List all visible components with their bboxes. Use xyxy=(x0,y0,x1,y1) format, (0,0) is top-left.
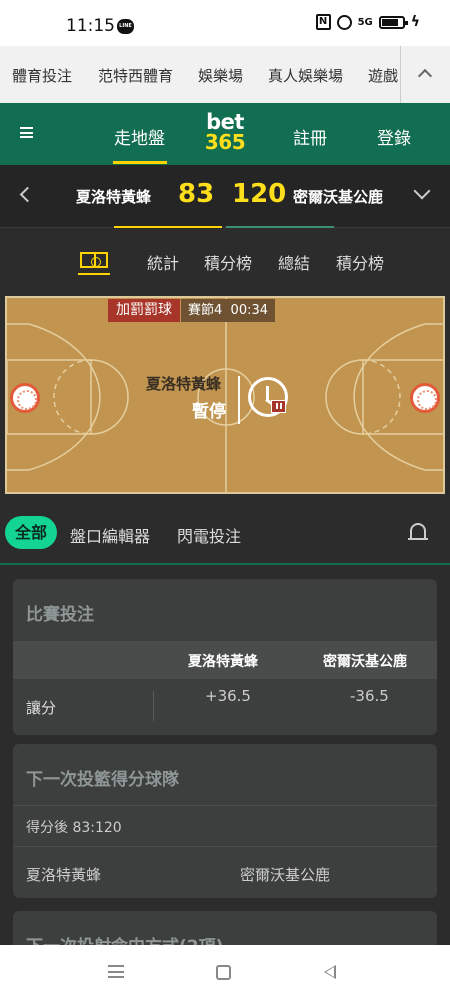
row-divider xyxy=(153,691,154,721)
market-filter-bar: 全部 盤口編輯器 閃電投注 xyxy=(0,501,450,565)
signal-5g-icon: 5G xyxy=(357,16,373,28)
chevron-down-icon[interactable] xyxy=(413,182,431,200)
next-scoring-away[interactable]: 密爾沃基公鹿 xyxy=(240,864,330,885)
bet365-logo[interactable]: bet 365 xyxy=(202,112,248,158)
match-tabs: 統計 積分榜 總結 積分榜 xyxy=(0,229,450,293)
filter-market-editor[interactable]: 盤口編輯器 xyxy=(70,523,150,547)
nav-divider xyxy=(400,46,401,103)
system-nav-bar xyxy=(0,945,450,1000)
charging-icon: ϟ xyxy=(410,14,420,30)
alarm-icon xyxy=(336,14,352,30)
away-score-bar xyxy=(226,226,334,228)
top-category-nav: 體育投注 范特西體育 娛樂場 真人娛樂場 遊戲 xyxy=(0,46,450,103)
court-icon[interactable] xyxy=(80,252,108,268)
status-time: 11:15 xyxy=(66,16,115,36)
live-in-play-link[interactable]: 走地盤 xyxy=(114,124,165,149)
status-icons: N 5G ϟ xyxy=(315,14,420,30)
home-icon[interactable] xyxy=(216,965,231,980)
match-betting-title[interactable]: 比賽投注 xyxy=(26,600,94,625)
event-tag: 加罰罰球 xyxy=(108,299,180,322)
next-shot-method-card: 下一次投射命中方式(2項) xyxy=(13,911,437,945)
col-away-team: 密爾沃基公鹿 xyxy=(323,654,407,670)
home-score: 83 xyxy=(178,179,215,209)
nav-live-casino[interactable]: 真人娛樂場 xyxy=(268,65,343,86)
nfc-icon: N xyxy=(315,14,331,30)
court-lines xyxy=(7,298,443,492)
tab-stats[interactable]: 統計 xyxy=(147,250,179,274)
home-score-bar xyxy=(114,226,222,228)
nav-games[interactable]: 遊戲 xyxy=(368,65,398,86)
left-hoop-icon xyxy=(10,383,40,413)
next-shot-method-title[interactable]: 下一次投射命中方式(2項) xyxy=(26,932,223,945)
tab-summary[interactable]: 總結 xyxy=(278,250,310,274)
next-scoring-home[interactable]: 夏洛特黃蜂 xyxy=(26,864,101,885)
recent-apps-icon[interactable] xyxy=(108,965,124,978)
line-app-icon: LINE xyxy=(117,19,134,34)
battery-icon xyxy=(378,15,408,29)
col-home-team: 夏洛特黃蜂 xyxy=(188,654,258,670)
right-hoop-icon xyxy=(410,383,440,413)
chevron-up-icon[interactable] xyxy=(418,66,432,80)
site-header: 走地盤 bet 365 註冊 登錄 xyxy=(0,103,450,165)
markets-list: 比賽投注 夏洛特黃蜂 密爾沃基公鹿 讓分 +36.5 -36.5 下一次投籃得分… xyxy=(0,567,450,945)
card-divider-2 xyxy=(13,846,437,847)
court-tab-indicator xyxy=(78,273,110,275)
tab-standings[interactable]: 積分榜 xyxy=(204,250,252,274)
next-scoring-team-card: 下一次投籃得分球隊 得分後 83:120 夏洛特黃蜂 密爾沃基公鹿 xyxy=(13,744,437,898)
period-clock-tag: 賽節4 00:34 xyxy=(181,299,276,322)
court-separator xyxy=(238,376,240,424)
category-scroll[interactable]: 體育投注 范特西體育 娛樂場 真人娛樂場 遊戲 xyxy=(0,46,400,103)
bell-icon[interactable] xyxy=(408,523,428,540)
live-active-indicator xyxy=(113,161,167,164)
court-team-name: 夏洛特黃蜂 xyxy=(146,375,222,393)
back-icon[interactable] xyxy=(324,965,336,979)
tab-standings-2[interactable]: 積分榜 xyxy=(336,250,384,274)
status-bar: 11:15 LINE N 5G ϟ xyxy=(0,0,450,46)
filter-all-pill[interactable]: 全部 xyxy=(5,516,58,549)
period-label: 賽節4 xyxy=(188,303,223,318)
game-clock: 00:34 xyxy=(230,303,269,318)
nav-sports[interactable]: 體育投注 xyxy=(12,65,72,86)
spread-label: 讓分 xyxy=(26,699,57,717)
nav-fantasy[interactable]: 范特西體育 xyxy=(98,65,173,86)
register-button[interactable]: 註冊 xyxy=(293,124,327,149)
away-score: 120 xyxy=(232,179,287,209)
live-court[interactable]: 加罰罰球 賽節4 00:34 夏洛特黃蜂 暫停 xyxy=(5,296,445,494)
pause-icon xyxy=(271,400,286,413)
match-betting-card: 比賽投注 夏洛特黃蜂 密爾沃基公鹿 讓分 +36.5 -36.5 xyxy=(13,579,437,735)
away-team-name: 密爾沃基公鹿 xyxy=(293,188,384,206)
scoreboard: 夏洛特黃蜂 83 120 密爾沃基公鹿 xyxy=(0,165,450,228)
filter-lightning-bet[interactable]: 閃電投注 xyxy=(177,523,241,547)
menu-icon[interactable] xyxy=(20,127,33,138)
chevron-left-icon[interactable] xyxy=(19,186,36,203)
home-team-name: 夏洛特黃蜂 xyxy=(76,188,152,206)
card-divider xyxy=(13,805,437,806)
next-scoring-title[interactable]: 下一次投籃得分球隊 xyxy=(26,765,179,790)
login-button[interactable]: 登錄 xyxy=(377,124,411,149)
home-spread-odds[interactable]: +36.5 xyxy=(205,687,251,705)
court-status: 暫停 xyxy=(192,402,226,422)
market-header-row: 夏洛特黃蜂 密爾沃基公鹿 xyxy=(13,641,437,679)
away-spread-odds[interactable]: -36.5 xyxy=(350,687,389,705)
after-score-subtitle: 得分後 83:120 xyxy=(26,820,122,836)
nav-casino[interactable]: 娛樂場 xyxy=(198,65,243,86)
